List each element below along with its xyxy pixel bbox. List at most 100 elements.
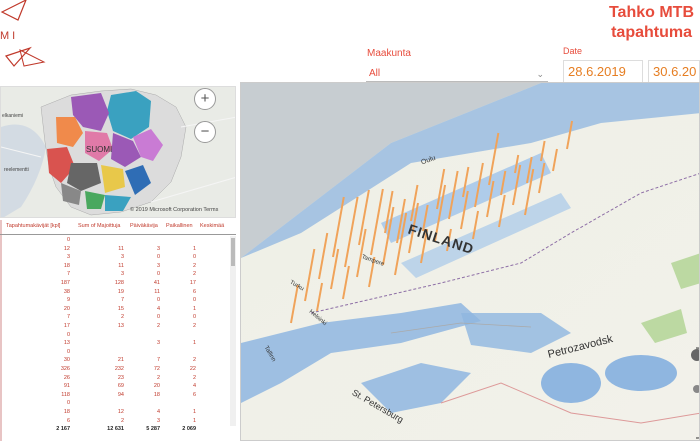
table-cell: 6 (192, 288, 196, 295)
table-cell: 3 (156, 417, 160, 424)
table-cell: 18 (63, 262, 70, 269)
table-header: Tapahtumakävijät [kpl] Sum of Majoittuja… (0, 220, 236, 235)
table-cell: 17 (63, 323, 70, 329)
table-row[interactable]: 18 12 4 1 (0, 409, 232, 416)
table-cell: 12 (63, 245, 70, 252)
table-cell: 0 (156, 254, 160, 261)
table-cell: 0 (66, 348, 70, 355)
table-cell: 5 287 (146, 426, 160, 433)
table-cell: 7 (120, 297, 124, 304)
zoom-out-button[interactable]: − (194, 121, 216, 143)
table-row[interactable]: 6 2 3 1 (0, 418, 232, 425)
table-row[interactable]: 0 (0, 332, 232, 339)
table-row[interactable]: 91 69 20 4 (0, 383, 232, 390)
table-cell: 128 (114, 280, 124, 286)
table-row[interactable]: 17 13 2 2 (0, 323, 232, 330)
map-label: reelementti (4, 167, 29, 173)
table-cell: 4 (156, 305, 160, 312)
maakunta-label: Maakunta (367, 48, 411, 59)
table-row[interactable]: 30 21 7 2 (0, 357, 232, 364)
map-copyright: © 2019 Microsoft Corporation Terms (130, 207, 219, 213)
table-cell: 3 (156, 340, 160, 347)
date-end-input[interactable]: 30.6.20 (648, 60, 700, 84)
table-cell: 7 (66, 314, 70, 321)
table-row[interactable]: 9 7 0 0 (0, 297, 232, 304)
table-cell: 0 (66, 331, 70, 338)
table-cell: 13 (117, 323, 124, 329)
table-row[interactable]: 0 (0, 400, 232, 407)
map-label-suomi: SUOMI (86, 145, 113, 154)
column-header[interactable]: Päiväkävija (130, 223, 158, 229)
table-cell: 0 (66, 400, 70, 407)
3d-map[interactable]: FINLAND Petrozavodsk St. Petersburg Tall… (240, 82, 700, 441)
table-cell: 6 (66, 417, 70, 424)
table-cell: 38 (63, 288, 70, 295)
table-cell: 15 (117, 305, 124, 312)
column-header[interactable]: Sum of Majoittuja (78, 223, 121, 229)
maakunta-value: All (369, 68, 381, 79)
table-cell: 91 (63, 383, 70, 390)
table-cell: 232 (114, 366, 124, 372)
table-cell: 3 (156, 262, 160, 269)
table-cell: 7 (66, 271, 70, 278)
table-cell: 11 (118, 262, 124, 269)
table-row[interactable]: 3 3 0 0 (0, 254, 232, 261)
column-header[interactable]: Tapahtumakävijät [kpl] (6, 223, 60, 229)
page-title: Tahko MTB (608, 4, 694, 21)
table-cell: 2 (120, 417, 124, 424)
table-row[interactable]: 20 15 4 1 (0, 306, 232, 313)
table-cell: 326 (60, 366, 70, 372)
scrollbar-thumb[interactable] (231, 238, 235, 266)
table-cell: 1 (192, 340, 196, 347)
table-row[interactable]: 118 94 18 6 (0, 392, 232, 399)
table-cell: 2 (192, 262, 196, 269)
page-subtitle: tapahtuma (611, 24, 692, 41)
table-row[interactable]: 26 23 2 2 (0, 375, 232, 382)
table-cell: 2 (156, 374, 160, 381)
table-cell: 4 (192, 383, 196, 390)
table-cell: 2 167 (56, 426, 70, 433)
table-row[interactable]: 187 128 41 17 (0, 280, 232, 287)
table-cell: 26 (63, 374, 70, 381)
table-cell: 12 631 (107, 426, 124, 433)
table-row[interactable]: 13 3 1 (0, 340, 232, 347)
table-cell: 2 (192, 357, 196, 364)
table-row[interactable]: 0 (0, 237, 232, 244)
table-cell: 23 (117, 374, 124, 381)
column-header[interactable]: Keskimää (200, 223, 224, 229)
table-cell: 2 (120, 314, 124, 321)
zoom-in-button[interactable]: + (194, 88, 216, 110)
table-cell: 9 (66, 297, 70, 304)
table-cell: 20 (153, 383, 160, 390)
table-cell: 11 (118, 245, 124, 252)
date-start-input[interactable]: 28.6.2019 (563, 60, 643, 84)
table-cell: 12 (117, 409, 124, 415)
table-row[interactable]: 38 19 11 6 (0, 289, 232, 296)
table-cell: 1 (192, 305, 196, 312)
table-cell: 4 (156, 409, 160, 415)
table-cell: 69 (117, 383, 124, 390)
table-cell: 3 (120, 254, 124, 261)
table-row[interactable]: 18 11 3 2 (0, 263, 232, 270)
table-row[interactable]: 326 232 72 22 (0, 366, 232, 373)
maakunta-dropdown[interactable]: All ⌄ (366, 66, 548, 82)
table-row[interactable]: 7 2 0 0 (0, 314, 232, 321)
table-cell: 3 (120, 271, 124, 278)
table-cell: 6 (192, 391, 196, 398)
table-cell: 187 (60, 280, 70, 286)
table-total-row[interactable]: 2 167 12 631 5 287 2 069 (0, 426, 232, 433)
table-cell: 1 (192, 417, 196, 424)
map-label: elkaniemi (2, 113, 24, 119)
table-row[interactable]: 7 3 0 2 (0, 271, 232, 278)
table-cell: 1 (192, 245, 196, 252)
map-navigation-control[interactable] (682, 340, 700, 441)
table-cell: 3 (156, 245, 160, 252)
table-cell: 0 (156, 271, 160, 278)
column-header[interactable]: Paikallinen (166, 223, 193, 229)
table-cell: 20 (63, 305, 70, 312)
table-cell: 17 (189, 280, 196, 286)
table-row[interactable]: 0 (0, 349, 232, 356)
table-cell: 3 (66, 254, 70, 261)
table-cell: 13 (63, 340, 70, 347)
table-row[interactable]: 12 11 3 1 (0, 246, 232, 253)
